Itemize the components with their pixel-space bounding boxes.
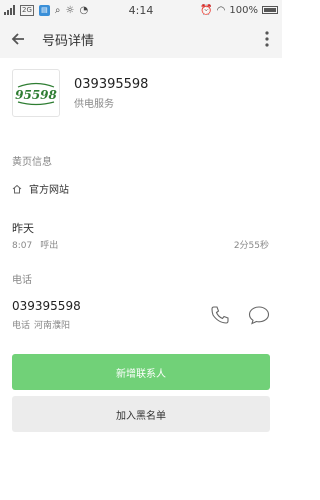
call-record-date: 昨天 bbox=[12, 222, 34, 235]
home-icon bbox=[12, 184, 22, 193]
add-contact-button[interactable]: 新增联系人 bbox=[12, 354, 270, 390]
wifi-signal-icon: ◔ bbox=[79, 4, 89, 16]
call-record-duration: 2分55秒 bbox=[233, 241, 269, 251]
app-toolbar: 号码详情 bbox=[0, 20, 282, 58]
logo-text: 95598 bbox=[15, 88, 57, 102]
battery-icon bbox=[262, 6, 278, 14]
contact-name: 供电服务 bbox=[74, 98, 114, 110]
phone-label: 电话 bbox=[12, 321, 31, 331]
contact-header: 95598 039395598 供电服务 bbox=[12, 68, 270, 118]
status-left: 2G ▤ ⌕ ☼ ◔ bbox=[4, 4, 89, 16]
wifi-icon: ◠ bbox=[216, 4, 226, 16]
battery-percent: 100% bbox=[229, 4, 258, 16]
app-notification-icon: ▤ bbox=[38, 4, 50, 16]
more-options-button[interactable] bbox=[252, 20, 282, 58]
call-icon[interactable] bbox=[209, 304, 231, 326]
phone-section-header: 电话 bbox=[12, 275, 32, 286]
official-website-label: 官方网站 bbox=[29, 185, 69, 196]
phone-location: 河南濮阳 bbox=[34, 321, 71, 331]
contact-number: 039395598 bbox=[74, 76, 149, 92]
brightness-icon: ☼ bbox=[65, 4, 75, 16]
call-record-time: 8:07 bbox=[12, 241, 33, 251]
alarm-icon: ⏰ bbox=[200, 4, 213, 16]
page-title: 号码详情 bbox=[42, 33, 95, 49]
search-notification-icon: ⌕ bbox=[54, 4, 61, 16]
status-right: ⏰ ◠ 100% bbox=[200, 5, 278, 16]
status-bar: 2G ▤ ⌕ ☼ ◔ 4:14 ⏰ ◠ 100% bbox=[0, 0, 282, 20]
signal-icon bbox=[4, 5, 15, 15]
yellow-page-header: 黄页信息 bbox=[12, 157, 52, 168]
contact-info: 039395598 供电服务 bbox=[74, 77, 148, 110]
more-vertical-icon bbox=[265, 31, 269, 47]
call-record-detail: 8:07 呼出 bbox=[12, 238, 58, 251]
add-to-blacklist-button[interactable]: 加入黑名单 bbox=[12, 396, 270, 432]
phone-detail: 电话 河南濮阳 bbox=[12, 318, 70, 331]
phone-number[interactable]: 039395598 bbox=[12, 299, 81, 313]
company-logo: 95598 bbox=[12, 69, 60, 117]
back-button[interactable] bbox=[0, 20, 36, 58]
network-type-badge: 2G bbox=[20, 4, 34, 16]
official-website-link[interactable]: 官方网站 bbox=[12, 181, 69, 196]
back-arrow-icon bbox=[11, 33, 24, 45]
power-supply-logo-icon: 95598 bbox=[15, 82, 58, 106]
message-icon[interactable] bbox=[247, 304, 271, 326]
call-record-type: 呼出 bbox=[40, 241, 59, 251]
